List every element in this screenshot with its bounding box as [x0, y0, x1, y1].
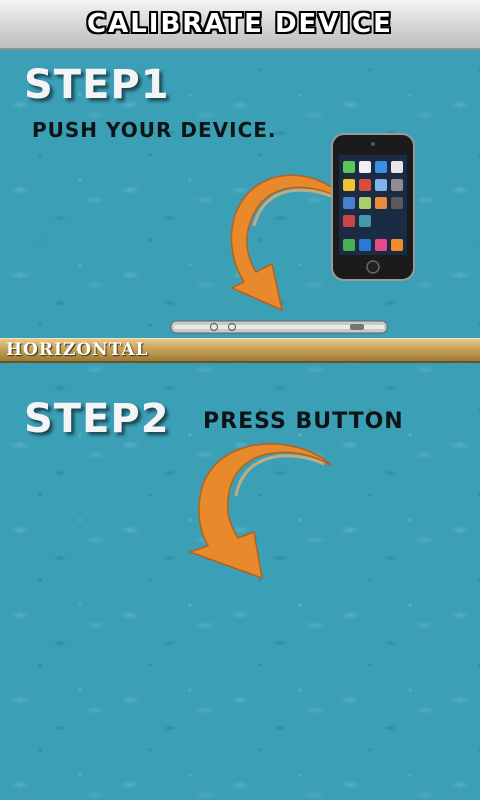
step2-title: STEP2 [24, 396, 170, 442]
phone-flat-icon [170, 320, 388, 334]
step1-title: STEP1 [24, 62, 170, 108]
curved-arrow-down-icon [188, 443, 333, 580]
horizontal-label: HORIZONTAL [6, 340, 149, 360]
page-title: CALIBRATE DEVICE [87, 9, 393, 39]
curved-arrow-icon [230, 174, 349, 312]
title-bar: CALIBRATE DEVICE [0, 0, 480, 50]
phone-upright-icon [331, 133, 415, 281]
horizontal-level-bar: HORIZONTAL [0, 338, 480, 363]
step2-instruction: PRESS BUTTON [203, 409, 404, 434]
step1-instruction: PUSH YOUR DEVICE. [32, 118, 277, 142]
